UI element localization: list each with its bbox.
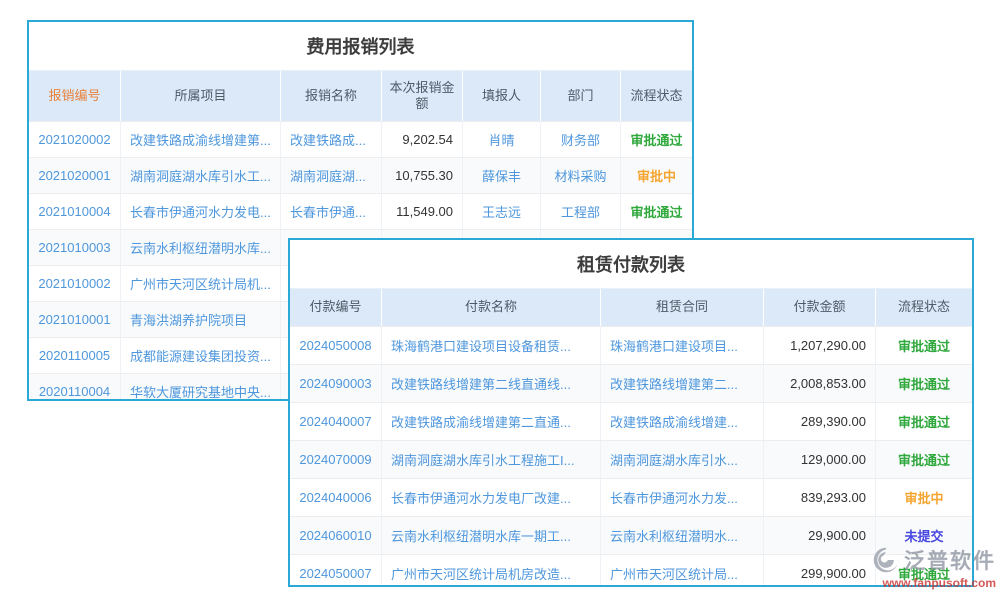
cell-payment-name[interactable]: 云南水利枢纽潜明水库一期工... bbox=[382, 517, 601, 554]
cell-expense-name[interactable]: 改建铁路成... bbox=[281, 122, 382, 157]
col-header-status: 流程状态 bbox=[621, 71, 692, 121]
cell-payment-id[interactable]: 2024040006 bbox=[290, 479, 382, 516]
col-header-payment-name: 付款名称 bbox=[382, 289, 601, 326]
col-header-dept: 部门 bbox=[541, 71, 621, 121]
col-header-lease-contract: 租赁合同 bbox=[601, 289, 764, 326]
cell-expense-id[interactable]: 2021010001 bbox=[29, 302, 121, 337]
status-badge: 审批通过 bbox=[621, 122, 692, 157]
table-row[interactable]: 2024070009 湖南洞庭湖水库引水工程施工I... 湖南洞庭湖水库引水..… bbox=[290, 440, 972, 478]
cell-lease-contract[interactable]: 湖南洞庭湖水库引水... bbox=[601, 441, 764, 478]
col-header-amount: 本次报销金额 bbox=[382, 71, 463, 121]
cell-amount: 11,549.00 bbox=[382, 194, 463, 229]
cell-payment-id[interactable]: 2024050008 bbox=[290, 327, 382, 364]
cell-expense-name[interactable]: 长春市伊通... bbox=[281, 194, 382, 229]
cell-expense-id[interactable]: 2021020002 bbox=[29, 122, 121, 157]
status-badge: 审批通过 bbox=[876, 403, 972, 440]
fanpu-watermark: 泛普软件 www.fanpusoft.com bbox=[872, 545, 996, 590]
cell-project[interactable]: 成都能源建设集团投资... bbox=[121, 338, 281, 373]
cell-reporter[interactable]: 王志远 bbox=[463, 194, 541, 229]
table-row[interactable]: 2024090003 改建铁路线增建第二线直通线... 改建铁路线增建第二...… bbox=[290, 364, 972, 402]
cell-project[interactable]: 湖南洞庭湖水库引水工... bbox=[121, 158, 281, 193]
col-header-reporter: 填报人 bbox=[463, 71, 541, 121]
status-badge: 审批通过 bbox=[876, 327, 972, 364]
cell-payment-amount: 839,293.00 bbox=[764, 479, 876, 516]
expense-table-title: 费用报销列表 bbox=[29, 22, 692, 71]
table-row[interactable]: 2021020002 改建铁路成渝线增建第... 改建铁路成... 9,202.… bbox=[29, 121, 692, 157]
fanpu-logo-icon bbox=[872, 546, 900, 574]
cell-expense-id[interactable]: 2020110005 bbox=[29, 338, 121, 373]
cell-expense-id[interactable]: 2020110004 bbox=[29, 374, 121, 401]
cell-payment-id[interactable]: 2024060010 bbox=[290, 517, 382, 554]
cell-project[interactable]: 长春市伊通河水力发电... bbox=[121, 194, 281, 229]
lease-table-title: 租赁付款列表 bbox=[290, 240, 972, 289]
cell-payment-name[interactable]: 珠海鹤港口建设项目设备租赁... bbox=[382, 327, 601, 364]
status-badge: 审批中 bbox=[876, 479, 972, 516]
cell-project[interactable]: 云南水利枢纽潜明水库... bbox=[121, 230, 281, 265]
cell-payment-amount: 129,000.00 bbox=[764, 441, 876, 478]
cell-project[interactable]: 广州市天河区统计局机... bbox=[121, 266, 281, 301]
cell-amount: 9,202.54 bbox=[382, 122, 463, 157]
cell-lease-contract[interactable]: 改建铁路线增建第二... bbox=[601, 365, 764, 402]
cell-payment-name[interactable]: 改建铁路线增建第二线直通线... bbox=[382, 365, 601, 402]
lease-table-header: 付款编号 付款名称 租赁合同 付款金额 流程状态 bbox=[290, 289, 972, 326]
cell-dept[interactable]: 工程部 bbox=[541, 194, 621, 229]
col-header-payment-amount: 付款金额 bbox=[764, 289, 876, 326]
table-row[interactable]: 2024040007 改建铁路成渝线增建第二直通... 改建铁路成渝线增建...… bbox=[290, 402, 972, 440]
cell-lease-contract[interactable]: 广州市天河区统计局... bbox=[601, 555, 764, 587]
cell-project[interactable]: 青海洪湖养护院项目 bbox=[121, 302, 281, 337]
cell-payment-name[interactable]: 广州市天河区统计局机房改造... bbox=[382, 555, 601, 587]
cell-payment-amount: 1,207,290.00 bbox=[764, 327, 876, 364]
status-badge: 审批中 bbox=[621, 158, 692, 193]
cell-expense-name[interactable]: 湖南洞庭湖... bbox=[281, 158, 382, 193]
expense-table-header: 报销编号 所属项目 报销名称 本次报销金额 填报人 部门 流程状态 bbox=[29, 71, 692, 121]
cell-lease-contract[interactable]: 珠海鹤港口建设项目... bbox=[601, 327, 764, 364]
cell-reporter[interactable]: 薛保丰 bbox=[463, 158, 541, 193]
status-badge: 审批通过 bbox=[621, 194, 692, 229]
lease-payment-table: 租赁付款列表 付款编号 付款名称 租赁合同 付款金额 流程状态 20240500… bbox=[288, 238, 974, 587]
table-row[interactable]: 2021010004 长春市伊通河水力发电... 长春市伊通... 11,549… bbox=[29, 193, 692, 229]
cell-payment-id[interactable]: 2024050007 bbox=[290, 555, 382, 587]
col-header-expense-name: 报销名称 bbox=[281, 71, 382, 121]
table-row[interactable]: 2024040006 长春市伊通河水力发电厂改建... 长春市伊通河水力发...… bbox=[290, 478, 972, 516]
watermark-brand-text: 泛普软件 bbox=[904, 545, 996, 575]
cell-lease-contract[interactable]: 长春市伊通河水力发... bbox=[601, 479, 764, 516]
cell-payment-name[interactable]: 湖南洞庭湖水库引水工程施工I... bbox=[382, 441, 601, 478]
cell-payment-id[interactable]: 2024040007 bbox=[290, 403, 382, 440]
table-row[interactable]: 2024050007 广州市天河区统计局机房改造... 广州市天河区统计局...… bbox=[290, 554, 972, 587]
cell-payment-id[interactable]: 2024070009 bbox=[290, 441, 382, 478]
table-row[interactable]: 2021020001 湖南洞庭湖水库引水工... 湖南洞庭湖... 10,755… bbox=[29, 157, 692, 193]
cell-lease-contract[interactable]: 改建铁路成渝线增建... bbox=[601, 403, 764, 440]
cell-payment-id[interactable]: 2024090003 bbox=[290, 365, 382, 402]
cell-lease-contract[interactable]: 云南水利枢纽潜明水... bbox=[601, 517, 764, 554]
status-badge: 审批通过 bbox=[876, 441, 972, 478]
cell-payment-name[interactable]: 改建铁路成渝线增建第二直通... bbox=[382, 403, 601, 440]
cell-expense-id[interactable]: 2021020001 bbox=[29, 158, 121, 193]
col-header-project: 所属项目 bbox=[121, 71, 281, 121]
cell-project[interactable]: 华软大厦研究基地中央... bbox=[121, 374, 281, 401]
cell-dept[interactable]: 财务部 bbox=[541, 122, 621, 157]
cell-payment-amount: 299,900.00 bbox=[764, 555, 876, 587]
cell-expense-id[interactable]: 2021010002 bbox=[29, 266, 121, 301]
cell-dept[interactable]: 材料采购 bbox=[541, 158, 621, 193]
col-header-expense-id[interactable]: 报销编号 bbox=[29, 71, 121, 121]
cell-payment-amount: 289,390.00 bbox=[764, 403, 876, 440]
cell-expense-id[interactable]: 2021010003 bbox=[29, 230, 121, 265]
table-row[interactable]: 2024050008 珠海鹤港口建设项目设备租赁... 珠海鹤港口建设项目...… bbox=[290, 326, 972, 364]
cell-amount: 10,755.30 bbox=[382, 158, 463, 193]
table-row[interactable]: 2024060010 云南水利枢纽潜明水库一期工... 云南水利枢纽潜明水...… bbox=[290, 516, 972, 554]
col-header-payment-id: 付款编号 bbox=[290, 289, 382, 326]
status-badge: 审批通过 bbox=[876, 365, 972, 402]
cell-payment-amount: 29,900.00 bbox=[764, 517, 876, 554]
cell-project[interactable]: 改建铁路成渝线增建第... bbox=[121, 122, 281, 157]
col-header-status: 流程状态 bbox=[876, 289, 972, 326]
watermark-url-text: www.fanpusoft.com bbox=[882, 576, 996, 590]
cell-reporter[interactable]: 肖晴 bbox=[463, 122, 541, 157]
cell-expense-id[interactable]: 2021010004 bbox=[29, 194, 121, 229]
cell-payment-amount: 2,008,853.00 bbox=[764, 365, 876, 402]
cell-payment-name[interactable]: 长春市伊通河水力发电厂改建... bbox=[382, 479, 601, 516]
